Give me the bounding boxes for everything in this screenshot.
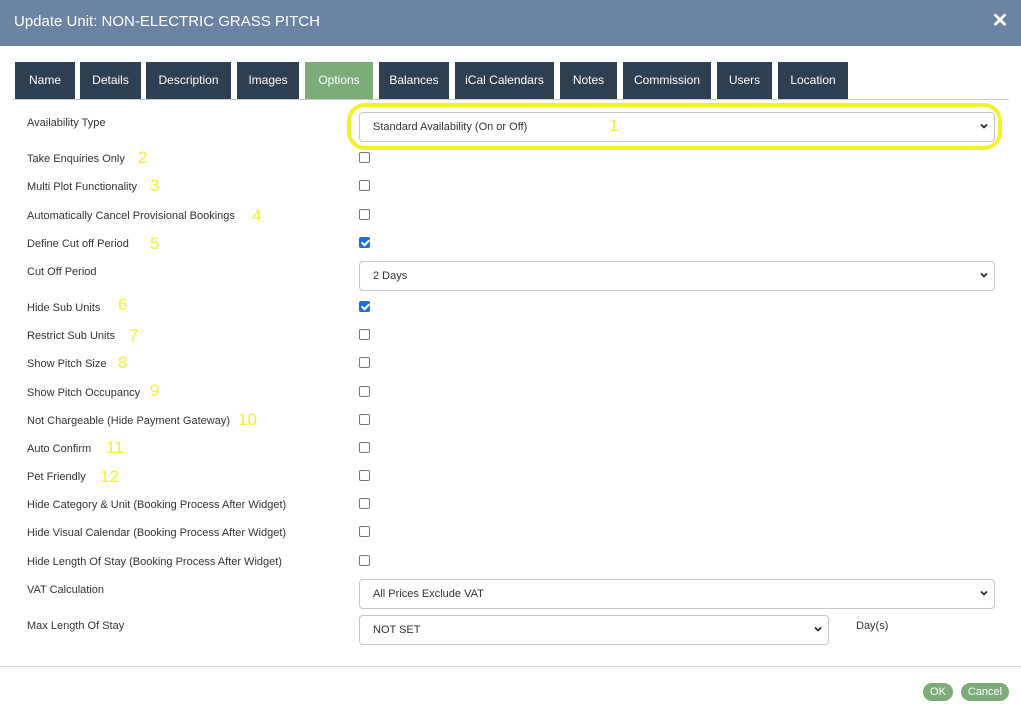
ok-button[interactable]: OK xyxy=(923,683,953,701)
define-cutoff-label: Define Cut off Period xyxy=(27,238,129,250)
take-enquiries-only-label: Take Enquiries Only xyxy=(27,153,125,165)
show-pitch-size-label: Show Pitch Size xyxy=(27,358,107,370)
annotation-number: 2 xyxy=(138,148,148,167)
take-enquiries-only-checkbox[interactable] xyxy=(359,152,370,163)
pet-friendly-checkbox[interactable] xyxy=(359,470,370,481)
availability-type-select[interactable]: Standard Availability (On or Off) xyxy=(359,112,995,142)
availability-type-value: Standard Availability (On or Off) xyxy=(373,121,528,133)
cutoff-period-select[interactable]: 2 Days xyxy=(359,261,995,291)
tab-description[interactable]: Description xyxy=(146,62,231,99)
vat-calculation-value: All Prices Exclude VAT xyxy=(373,588,484,600)
footer-divider xyxy=(0,666,1021,667)
availability-type-label: Availability Type xyxy=(27,117,106,129)
tab-images[interactable]: Images xyxy=(237,62,299,99)
chevron-down-icon xyxy=(980,123,988,129)
chevron-down-icon xyxy=(980,590,988,596)
annotation-number: 5 xyxy=(150,234,160,253)
define-cutoff-checkbox[interactable] xyxy=(359,237,370,248)
max-length-of-stay-label: Max Length Of Stay xyxy=(27,620,125,632)
tab-ical-calendars[interactable]: iCal Calendars xyxy=(455,62,554,99)
auto-confirm-label: Auto Confirm xyxy=(27,443,92,455)
tab-notes[interactable]: Notes xyxy=(560,62,617,99)
not-chargeable-checkbox[interactable] xyxy=(359,414,370,425)
auto-cancel-label: Automatically Cancel Provisional Booking… xyxy=(27,210,235,222)
auto-confirm-checkbox[interactable] xyxy=(359,442,370,453)
annotation-number: 1 xyxy=(609,116,619,135)
vat-calculation-label: VAT Calculation xyxy=(27,584,105,596)
tab-details[interactable]: Details xyxy=(80,62,141,99)
not-chargeable-label: Not Chargeable (Hide Payment Gateway) xyxy=(27,415,230,427)
annotation-number: 7 xyxy=(129,326,139,345)
show-pitch-occupancy-label: Show Pitch Occupancy xyxy=(27,387,141,399)
cancel-button[interactable]: Cancel xyxy=(961,683,1009,701)
tab-options[interactable]: Options xyxy=(305,62,373,99)
annotation-number: 3 xyxy=(150,176,160,195)
hide-visual-calendar-checkbox[interactable] xyxy=(359,526,370,537)
annotation-number: 10 xyxy=(238,410,257,429)
tab-commission[interactable]: Commission xyxy=(623,62,711,99)
chevron-down-icon xyxy=(980,272,988,278)
hide-visual-calendar-label: Hide Visual Calendar (Booking Process Af… xyxy=(27,527,287,539)
chevron-down-icon xyxy=(814,626,822,632)
hide-sub-units-label: Hide Sub Units xyxy=(27,302,101,314)
hide-category-unit-checkbox[interactable] xyxy=(359,498,370,509)
show-pitch-size-checkbox[interactable] xyxy=(359,357,370,368)
hide-category-unit-label: Hide Category & Unit (Booking Process Af… xyxy=(27,499,287,511)
tab-balances[interactable]: Balances xyxy=(379,62,449,99)
show-pitch-occupancy-checkbox[interactable] xyxy=(359,386,370,397)
max-length-unit: Day(s) xyxy=(856,620,889,632)
max-length-of-stay-select[interactable]: NOT SET xyxy=(359,615,829,645)
pet-friendly-label: Pet Friendly xyxy=(27,471,86,483)
dialog-title: Update Unit: NON-ELECTRIC GRASS PITCH xyxy=(14,13,320,30)
annotation-number: 6 xyxy=(118,295,128,314)
restrict-sub-units-label: Restrict Sub Units xyxy=(27,330,116,342)
close-icon[interactable]: ✕ xyxy=(991,11,1009,31)
tab-location[interactable]: Location xyxy=(778,62,848,99)
tab-users[interactable]: Users xyxy=(717,62,772,99)
multi-plot-label: Multi Plot Functionality xyxy=(27,181,138,193)
multi-plot-checkbox[interactable] xyxy=(359,180,370,191)
vat-calculation-select[interactable]: All Prices Exclude VAT xyxy=(359,579,995,609)
cutoff-period-value: 2 Days xyxy=(373,270,408,282)
annotation-number: 8 xyxy=(118,353,128,372)
annotation-number: 11 xyxy=(106,438,124,457)
annotation-number: 9 xyxy=(150,381,160,400)
annotation-number: 4 xyxy=(252,206,262,225)
hide-length-of-stay-label: Hide Length Of Stay (Booking Process Aft… xyxy=(27,556,282,568)
hide-sub-units-checkbox[interactable] xyxy=(359,301,370,312)
hide-length-of-stay-checkbox[interactable] xyxy=(359,555,370,566)
tab-name[interactable]: Name xyxy=(15,62,75,99)
dialog-title-bar: Update Unit: NON-ELECTRIC GRASS PITCH ✕ xyxy=(0,0,1021,46)
cutoff-period-label: Cut Off Period xyxy=(27,266,97,278)
auto-cancel-checkbox[interactable] xyxy=(359,209,370,220)
tab-divider xyxy=(13,99,1009,100)
annotation-number: 12 xyxy=(100,467,119,486)
max-length-of-stay-value: NOT SET xyxy=(373,624,421,636)
restrict-sub-units-checkbox[interactable] xyxy=(359,329,370,340)
